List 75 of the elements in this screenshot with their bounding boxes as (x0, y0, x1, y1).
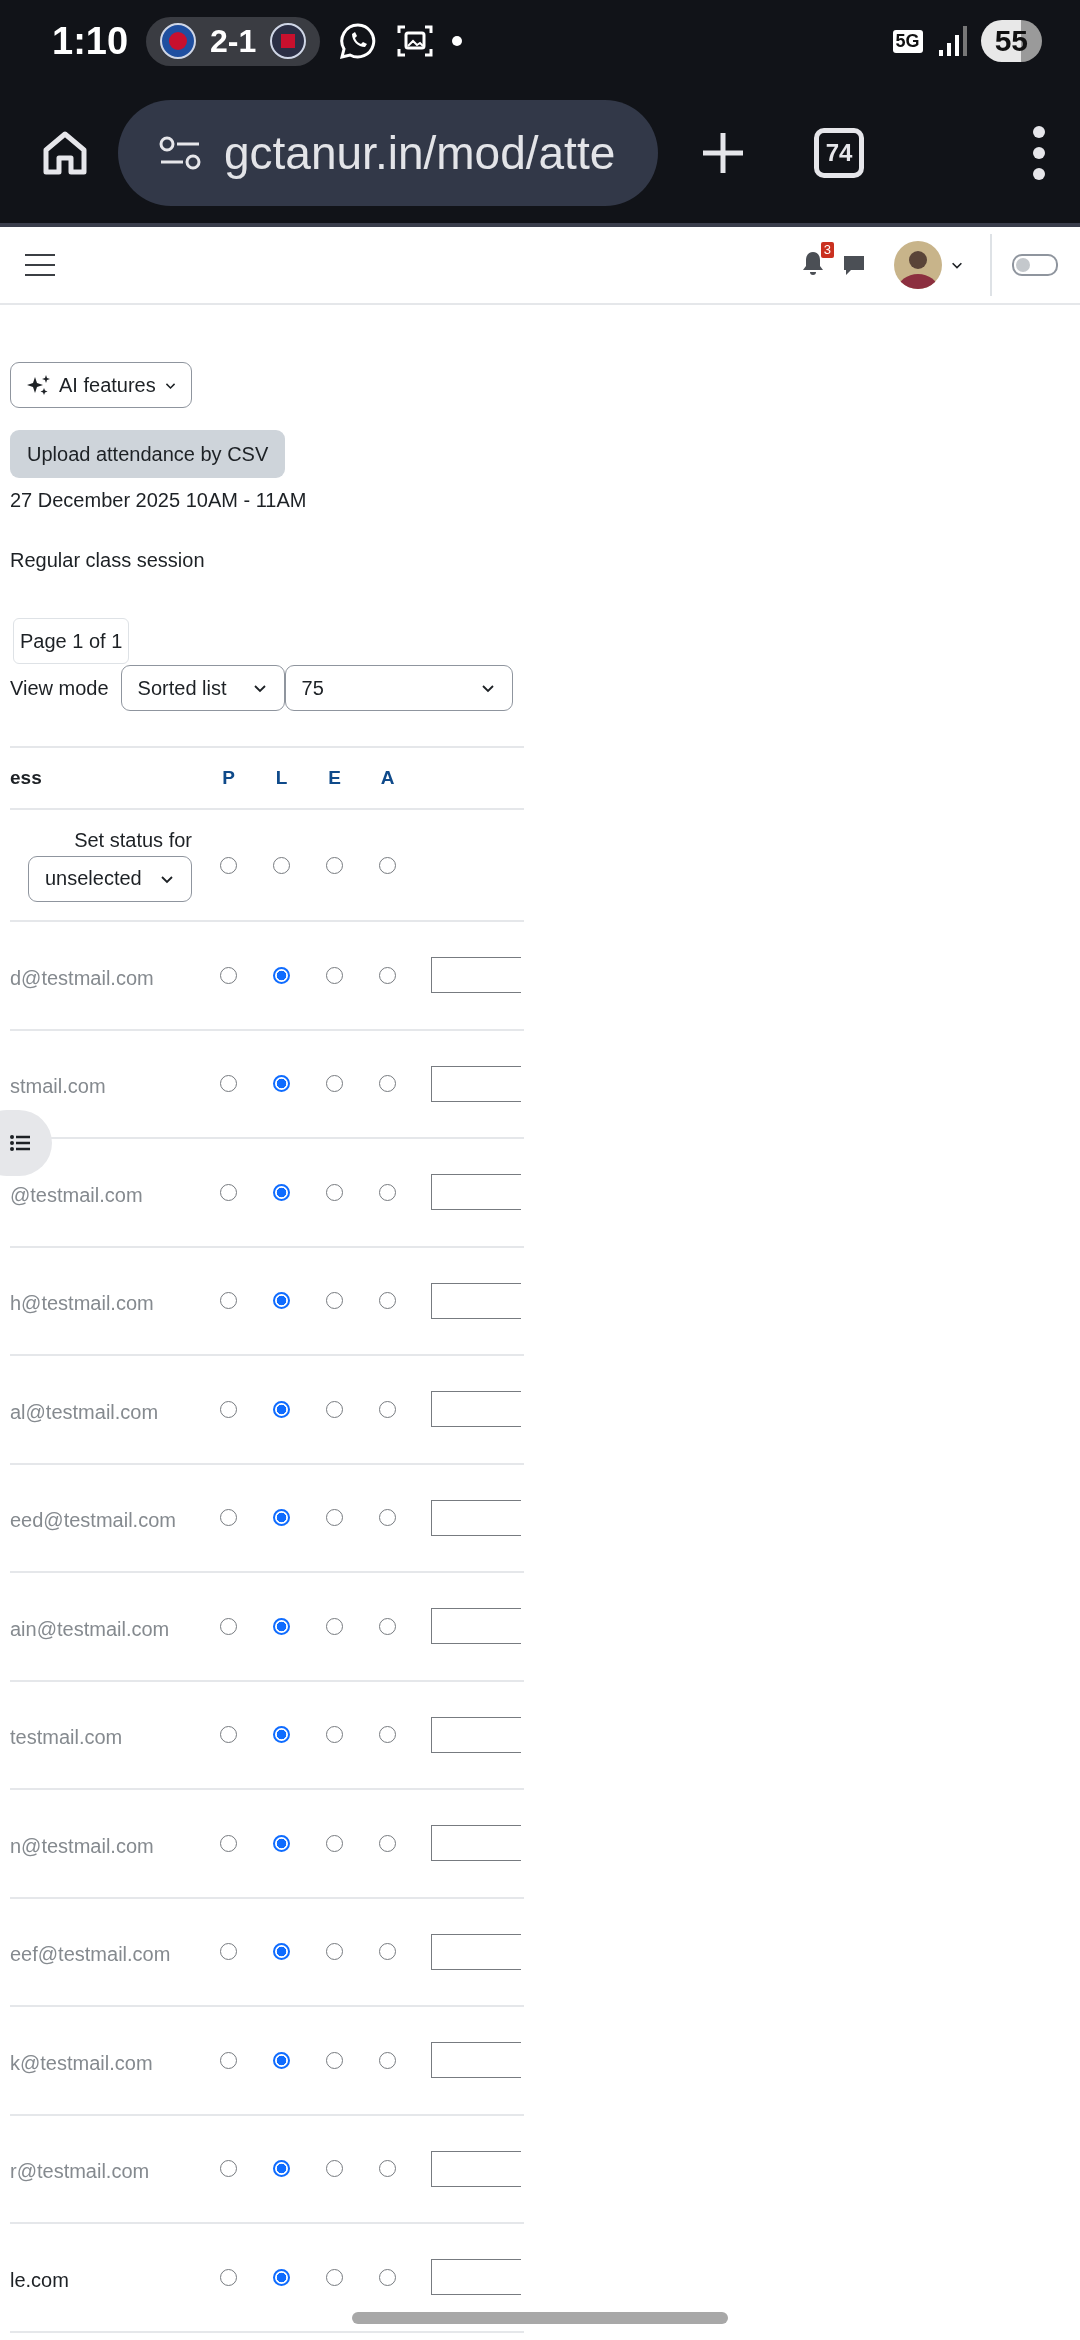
column-header[interactable]: P (202, 767, 255, 789)
radio-button[interactable] (273, 966, 290, 984)
tab-count-button[interactable]: 74 (814, 127, 864, 178)
per-page-select[interactable]: 75 (284, 665, 513, 711)
battery-indicator: 55 (980, 20, 1042, 62)
remarks-field[interactable] (431, 1716, 521, 1753)
remarks-field[interactable] (431, 1499, 521, 1536)
network-label: 5G (892, 29, 923, 53)
session-date: 27 December 2025 10AM - 11AM (10, 488, 308, 513)
chat-icon[interactable] (842, 253, 866, 277)
remarks-field[interactable] (431, 1933, 521, 1970)
clock-time: 1:10 (52, 19, 129, 63)
remarks-field[interactable] (431, 2150, 521, 2187)
remarks-field[interactable] (431, 1391, 521, 1428)
column-header[interactable]: L (255, 767, 308, 789)
email-text: stmail.com (10, 1075, 106, 1098)
upload-csv-button[interactable]: Upload attendance by CSV (10, 430, 286, 478)
radio-button[interactable] (273, 1400, 290, 1418)
remarks-field[interactable] (431, 1282, 521, 1319)
radio-button[interactable] (273, 1292, 290, 1310)
column-header[interactable]: E (308, 767, 361, 789)
url-text[interactable]: gctanur.in/mod/atte (224, 125, 616, 180)
remarks-field[interactable] (431, 1174, 521, 1211)
remarks-field[interactable] (431, 1608, 521, 1645)
crest-icon (160, 23, 197, 59)
avatar[interactable] (894, 241, 942, 289)
remarks-field[interactable] (431, 2042, 521, 2079)
remarks-field[interactable] (431, 1065, 521, 1102)
email-text: @testmail.com (10, 1183, 143, 1206)
notification-count: 3 (820, 242, 834, 258)
email-text: ain@testmail.com (10, 1617, 170, 1640)
remarks-field[interactable] (431, 1825, 521, 1862)
email-text: h@testmail.com (10, 1292, 154, 1315)
email-text: testmail.com (10, 1726, 123, 1749)
menu-icon[interactable] (25, 254, 55, 276)
radio-button[interactable] (273, 2160, 290, 2178)
remarks-field[interactable] (431, 957, 521, 994)
bell-icon[interactable] (802, 251, 824, 275)
radio-button[interactable] (273, 1726, 290, 1744)
view-mode-select[interactable]: Sorted list (120, 665, 285, 711)
radio-button[interactable] (273, 1943, 290, 1961)
ai-features-button[interactable]: AI features (10, 362, 192, 408)
session-description: Regular class session (10, 548, 206, 573)
radio-button[interactable] (273, 1617, 290, 1635)
toggle-switch[interactable] (1012, 254, 1058, 276)
list-icon (10, 1135, 30, 1151)
radio-button[interactable] (273, 1509, 290, 1527)
email-text: al@testmail.com (10, 1400, 159, 1423)
radio-button[interactable] (273, 1183, 290, 1201)
email-text: n@testmail.com (10, 1834, 154, 1857)
status-scope-select[interactable]: unselected (28, 855, 192, 902)
sparkle-icon (27, 374, 51, 396)
address-bar[interactable]: gctanur.in/mod/atte (118, 99, 658, 206)
page-indicator: Page 1 of 1 (13, 618, 130, 664)
signal-icon (936, 24, 967, 58)
email-text: eef@testmail.com (10, 1943, 171, 1966)
crest-icon (270, 23, 307, 59)
match-score: 2-1 (210, 22, 257, 60)
column-header[interactable]: A (361, 767, 414, 789)
column-header: ess (10, 767, 43, 789)
radio-button[interactable] (273, 2268, 290, 2286)
set-status-label: Set status for (74, 828, 192, 852)
email-text: le.com (10, 2268, 69, 2291)
email-text: r@testmail.com (10, 2160, 150, 2183)
radio-button[interactable] (273, 2051, 290, 2069)
email-text: eed@testmail.com (10, 1509, 176, 1532)
view-mode-label: View mode (10, 676, 109, 700)
email-text: d@testmail.com (10, 966, 154, 989)
email-text: k@testmail.com (10, 2051, 153, 2074)
radio-button[interactable] (273, 1075, 290, 1093)
dot-icon (452, 36, 463, 46)
remarks-field[interactable] (431, 2259, 521, 2296)
site-settings-icon[interactable] (158, 135, 202, 170)
menu-icon[interactable] (1032, 124, 1046, 181)
radio-button[interactable] (273, 1834, 290, 1852)
